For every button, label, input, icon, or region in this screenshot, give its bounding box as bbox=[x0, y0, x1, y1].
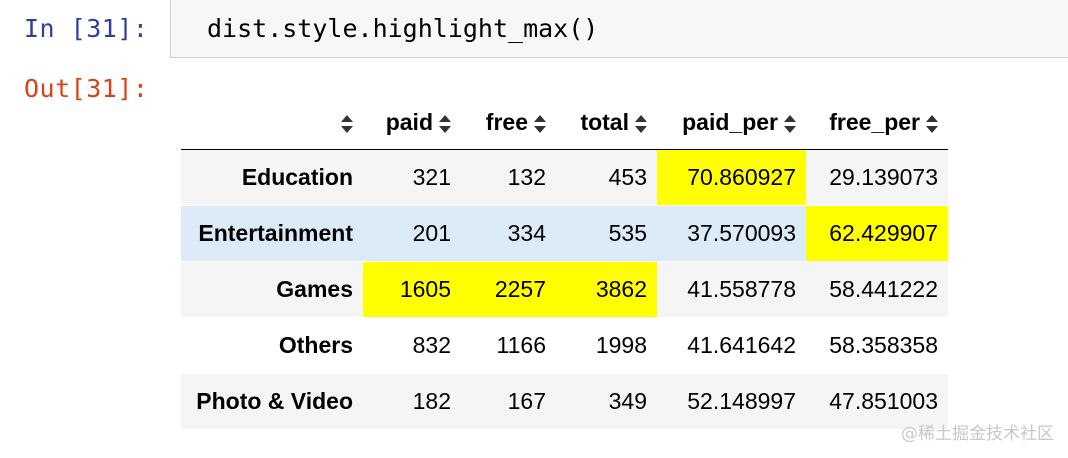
column-header-label: paid_per bbox=[682, 109, 778, 135]
column-header-label: total bbox=[580, 109, 629, 135]
index-header[interactable] bbox=[181, 96, 363, 150]
sort-icon[interactable] bbox=[635, 114, 647, 133]
sort-icon[interactable] bbox=[341, 114, 353, 133]
sort-icon[interactable] bbox=[534, 114, 546, 133]
table-cell-free: 167 bbox=[461, 373, 556, 430]
table-cell-free-per: 58.358358 bbox=[806, 317, 948, 374]
table-cell-paid-per-highlighted: 70.860927 bbox=[657, 149, 806, 206]
table-cell-paid-highlighted: 1605 bbox=[363, 261, 461, 318]
table-cell-paid-per: 41.641642 bbox=[657, 317, 806, 374]
column-header-label: free bbox=[485, 109, 528, 135]
table-cell-free-highlighted: 2257 bbox=[461, 261, 556, 318]
table-cell-total: 453 bbox=[556, 149, 657, 206]
notebook-page: In [31]: dist.style.highlight_max() Out[… bbox=[0, 0, 1068, 458]
column-header-total[interactable]: total bbox=[556, 96, 657, 150]
table-row: Others 832 1166 1998 41.641642 58.358358 bbox=[181, 317, 948, 374]
column-header-paid[interactable]: paid bbox=[363, 96, 461, 150]
row-index-label: Others bbox=[181, 317, 363, 374]
input-prompt: In [31]: bbox=[24, 14, 149, 43]
table-cell-total-highlighted: 3862 bbox=[556, 261, 657, 318]
row-index-label: Education bbox=[181, 149, 363, 206]
table-cell-free: 1166 bbox=[461, 317, 556, 374]
sort-icon[interactable] bbox=[439, 114, 451, 133]
column-header-free[interactable]: free bbox=[461, 96, 556, 150]
table-cell-paid: 321 bbox=[363, 149, 461, 206]
table-row: Entertainment 201 334 535 37.570093 62.4… bbox=[181, 205, 948, 262]
sort-icon[interactable] bbox=[926, 114, 938, 133]
table-row: Photo & Video 182 167 349 52.148997 47.8… bbox=[181, 373, 948, 430]
table-cell-total: 535 bbox=[556, 205, 657, 262]
column-header-label: free_per bbox=[829, 109, 920, 135]
output-prompt: Out[31]: bbox=[24, 74, 149, 103]
table-cell-free: 334 bbox=[461, 205, 556, 262]
table-cell-free-per: 29.139073 bbox=[806, 149, 948, 206]
table-cell-paid-per: 52.148997 bbox=[657, 373, 806, 430]
code-text[interactable]: dist.style.highlight_max() bbox=[207, 14, 598, 43]
table-cell-paid: 832 bbox=[363, 317, 461, 374]
table-cell-paid-per: 41.558778 bbox=[657, 261, 806, 318]
table-row: Education 321 132 453 70.860927 29.13907… bbox=[181, 149, 948, 206]
column-header-paid-per[interactable]: paid_per bbox=[657, 96, 806, 150]
code-cell[interactable]: dist.style.highlight_max() bbox=[170, 0, 1068, 58]
table-cell-free-per: 58.441222 bbox=[806, 261, 948, 318]
table-cell-paid-per: 37.570093 bbox=[657, 205, 806, 262]
table-cell-paid: 201 bbox=[363, 205, 461, 262]
table-row: Games 1605 2257 3862 41.558778 58.441222 bbox=[181, 261, 948, 318]
column-header-label: paid bbox=[385, 109, 433, 135]
column-header-free-per[interactable]: free_per bbox=[806, 96, 948, 150]
sort-icon[interactable] bbox=[784, 114, 796, 133]
table-cell-total: 1998 bbox=[556, 317, 657, 374]
table-cell-free-per-highlighted: 62.429907 bbox=[806, 205, 948, 262]
table-cell-free: 132 bbox=[461, 149, 556, 206]
table-cell-total: 349 bbox=[556, 373, 657, 430]
dataframe-table: paid free total paid_per free_per Educat… bbox=[181, 96, 948, 430]
row-index-label: Photo & Video bbox=[181, 373, 363, 430]
watermark: @稀土掘金技术社区 bbox=[901, 424, 1054, 444]
table-cell-paid: 182 bbox=[363, 373, 461, 430]
row-index-label: Entertainment bbox=[181, 205, 363, 262]
row-index-label: Games bbox=[181, 261, 363, 318]
table-header-row: paid free total paid_per free_per bbox=[181, 96, 948, 150]
